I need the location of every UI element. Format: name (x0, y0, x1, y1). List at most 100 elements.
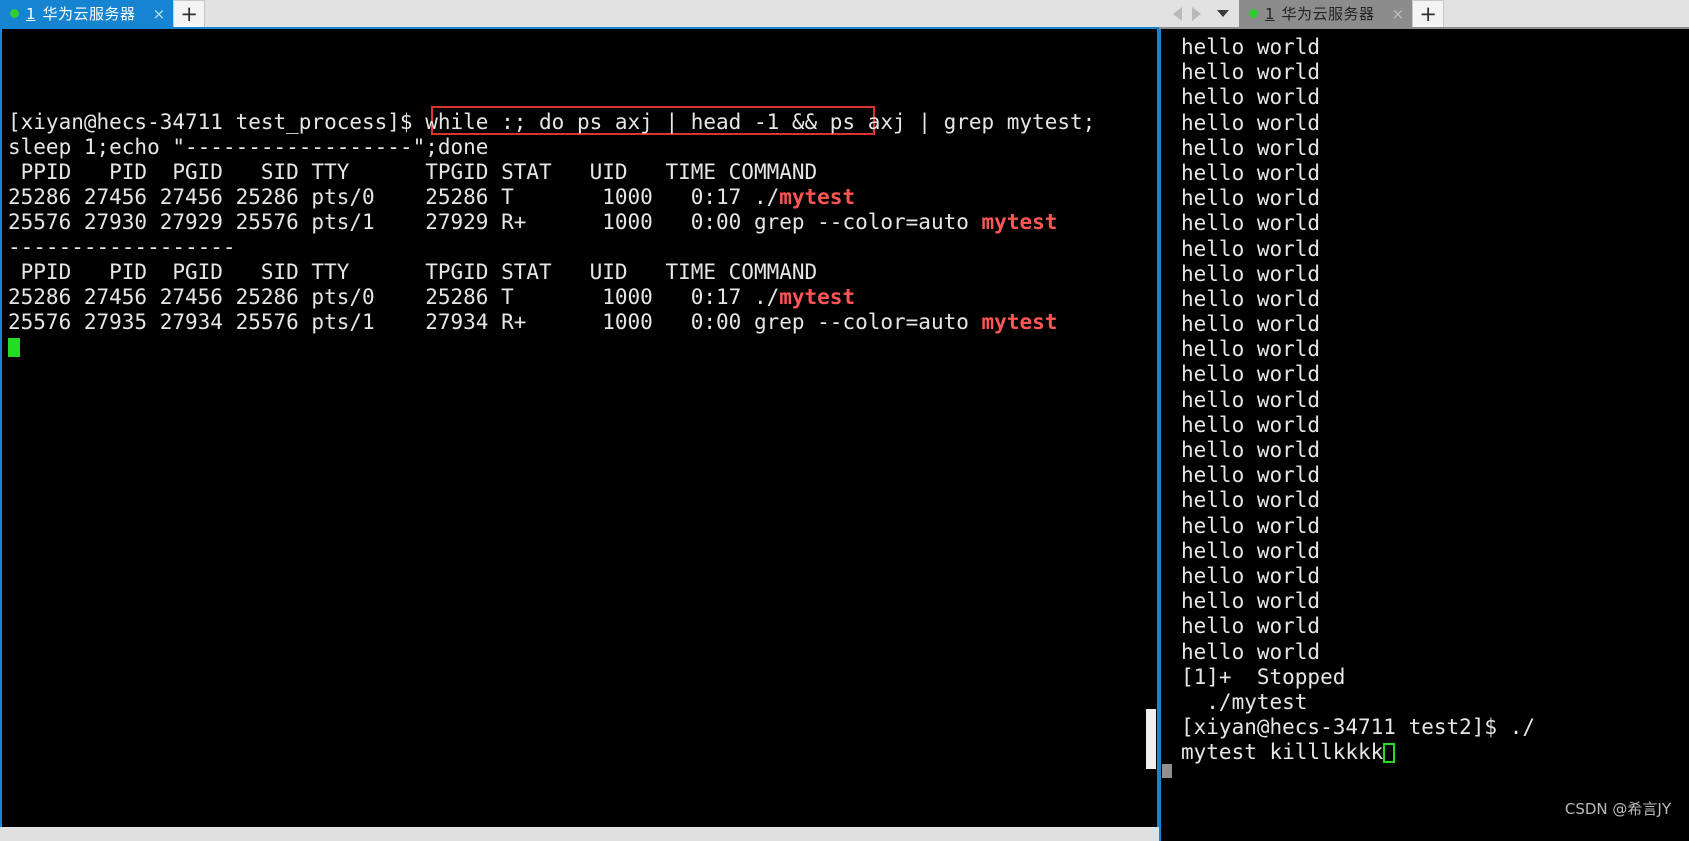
terminal-text: hello world (1181, 337, 1321, 362)
right-terminal-window: 1 华为云服务器 × + hello world hello world hello… (1159, 0, 1689, 841)
terminal-line: hello world (1181, 287, 1689, 312)
terminal-line (8, 335, 1145, 360)
terminal-text: 25576 27930 27929 25576 pts/1 27929 R+ 1… (8, 210, 982, 234)
terminal-text: hello world (1181, 186, 1321, 211)
terminal-line: 25576 27935 27934 25576 pts/1 27934 R+ 1… (8, 310, 1145, 335)
terminal-text: hello world (1181, 236, 1321, 261)
left-terminal-output[interactable]: [xiyan@hecs-34711 test_process]$ while :… (2, 29, 1145, 839)
highlighted-text: mytest (779, 285, 856, 309)
terminal-text: hello world (1181, 513, 1321, 538)
right-terminal-body[interactable]: hello world hello world hello world hello w… (1159, 29, 1689, 841)
text-cursor (8, 338, 20, 357)
highlighted-text: mytest (981, 310, 1058, 334)
highlighted-text: mytest (981, 210, 1058, 234)
green-dot-icon (1249, 9, 1258, 18)
terminal-line: hello world (1181, 539, 1689, 564)
terminal-text: 25286 27456 27456 25286 pts/0 25286 T 10… (8, 285, 780, 309)
terminal-text: hello world (1181, 387, 1321, 412)
left-scrollbar[interactable] (1145, 29, 1157, 839)
terminal-line: hello world (1181, 488, 1689, 513)
terminal-line: hello world (1181, 262, 1689, 287)
terminal-text: PPID PID PGID SID TTY TPGID STAT UID TIM… (8, 260, 818, 284)
terminal-text: hello world (1181, 488, 1321, 513)
right-nav-group (1159, 0, 1239, 27)
terminal-line: hello world (1181, 564, 1689, 589)
terminal-line: mytest killlkkkk (1181, 740, 1689, 765)
terminal-text: hello world (1181, 589, 1321, 614)
right-scrollbar-button[interactable] (1162, 764, 1172, 778)
terminal-text: hello world (1181, 412, 1321, 437)
terminal-line: sleep 1;echo "------------------";done (8, 135, 1145, 160)
forward-arrow-icon[interactable] (1192, 6, 1201, 21)
left-tab-bar: 1 华为云服务器 × + (0, 0, 1159, 29)
terminal-text: hello world (1181, 614, 1321, 639)
terminal-line: hello world (1181, 413, 1689, 438)
caret-down-icon[interactable] (1217, 10, 1229, 17)
terminal-line: hello world (1181, 111, 1689, 136)
terminal-line: hello world (1181, 211, 1689, 236)
highlighted-text: mytest (779, 185, 856, 209)
terminal-text: hello world (1181, 286, 1321, 311)
terminal-text: hello world (1181, 438, 1321, 462)
terminal-text: hello world (1181, 135, 1321, 160)
terminal-text: hello world (1181, 261, 1321, 286)
terminal-line: hello world (1181, 60, 1689, 85)
terminal-line: hello world (1181, 161, 1689, 186)
terminal-text: PPID PID PGID SID TTY TPGID STAT UID TIM… (8, 160, 818, 184)
terminal-line: hello world (1181, 186, 1689, 211)
terminal-text: hello world (1181, 211, 1321, 236)
terminal-line: 25286 27456 27456 25286 pts/0 25286 T 10… (8, 285, 1145, 310)
left-tabbar-filler (205, 0, 1159, 27)
terminal-text: ./mytest (1181, 689, 1308, 714)
right-tab-number: 1 (1265, 4, 1275, 23)
terminal-line: hello world (1181, 85, 1689, 110)
left-scrollbar-thumb[interactable] (1146, 709, 1156, 769)
terminal-line: PPID PID PGID SID TTY TPGID STAT UID TIM… (8, 260, 1145, 285)
terminal-line: hello world (1181, 35, 1689, 60)
application-root: 1 华为云服务器 × + [xiyan@hecs-34711 test_proc… (0, 0, 1689, 841)
left-new-tab-button[interactable]: + (173, 0, 206, 27)
back-arrow-icon[interactable] (1173, 6, 1182, 21)
terminal-text: [xiyan@hecs-34711 test_process]$ while :… (8, 110, 1096, 134)
terminal-text: sleep 1;echo "------------------";done (8, 135, 489, 159)
left-terminal-body[interactable]: [xiyan@hecs-34711 test_process]$ while :… (0, 29, 1159, 841)
terminal-text: 25576 27935 27934 25576 pts/1 27934 R+ 1… (8, 310, 982, 334)
terminal-line: hello world (1181, 614, 1689, 639)
text-cursor (1383, 743, 1396, 764)
terminal-line: hello world (1181, 337, 1689, 362)
terminal-line: hello world (1181, 438, 1689, 463)
left-terminal-window: 1 华为云服务器 × + [xiyan@hecs-34711 test_proc… (0, 0, 1159, 841)
right-tab-title: 华为云服务器 (1281, 5, 1375, 23)
left-tab-huaweicloud[interactable]: 1 华为云服务器 × (0, 0, 174, 27)
terminal-line: hello world (1181, 589, 1689, 614)
right-tab-huaweicloud[interactable]: 1 华为云服务器 × (1239, 0, 1413, 27)
terminal-text: ------------------ (8, 235, 236, 259)
right-new-tab-button[interactable]: + (1412, 0, 1445, 27)
terminal-text: hello world (1181, 563, 1321, 588)
terminal-text: hello world (1181, 639, 1321, 664)
terminal-text: hello world (1181, 160, 1321, 185)
terminal-line: hello world (1181, 312, 1689, 337)
terminal-text: hello world (1181, 85, 1321, 110)
terminal-text: hello world (1181, 35, 1321, 59)
right-terminal-output[interactable]: hello world hello world hello world hello w… (1173, 29, 1689, 841)
terminal-text: hello world (1181, 463, 1321, 488)
terminal-text: hello world (1181, 60, 1321, 85)
right-scrollbar[interactable] (1161, 29, 1173, 841)
terminal-line: 25286 27456 27456 25286 pts/0 25286 T 10… (8, 185, 1145, 210)
terminal-line: hello world (1181, 136, 1689, 161)
green-dot-icon (10, 9, 19, 18)
terminal-line: hello world (1181, 388, 1689, 413)
terminal-line: [xiyan@hecs-34711 test2]$ ./ (1181, 715, 1689, 740)
terminal-line: [1]+ Stopped (1181, 665, 1689, 690)
left-tab-title: 华为云服务器 (42, 5, 136, 23)
close-icon[interactable]: × (153, 5, 166, 23)
terminal-line: [xiyan@hecs-34711 test_process]$ while :… (8, 110, 1145, 135)
terminal-line: PPID PID PGID SID TTY TPGID STAT UID TIM… (8, 160, 1145, 185)
terminal-text: 25286 27456 27456 25286 pts/0 25286 T 10… (8, 185, 780, 209)
terminal-line: hello world (1181, 463, 1689, 488)
terminal-text: [1]+ Stopped (1181, 664, 1346, 689)
terminal-text: mytest killlkkkk (1181, 740, 1384, 765)
close-icon[interactable]: × (1392, 5, 1405, 23)
terminal-text: hello world (1181, 110, 1321, 135)
